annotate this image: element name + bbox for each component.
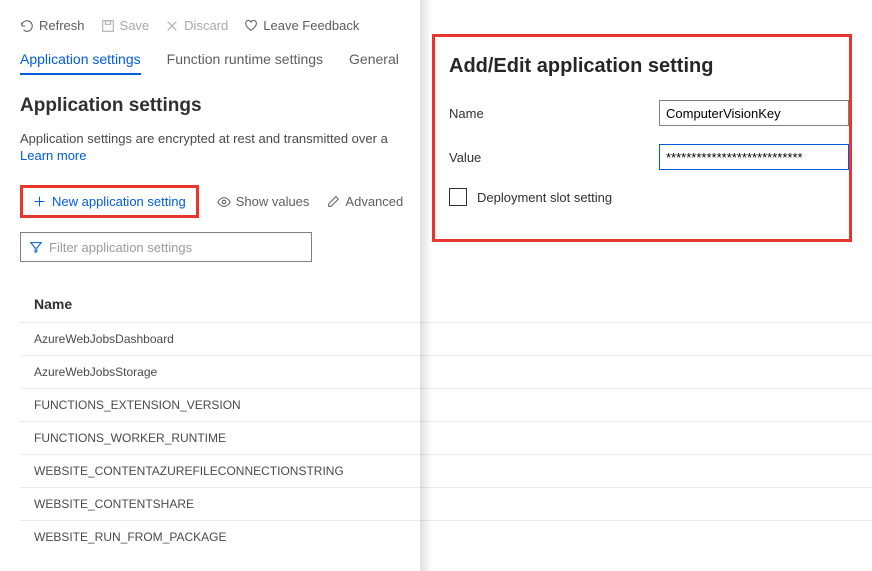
eye-icon <box>217 195 231 209</box>
value-label: Value <box>449 150 659 165</box>
name-label: Name <box>449 106 659 121</box>
save-label: Save <box>120 18 150 33</box>
panel-title: Add/Edit application setting <box>449 55 849 78</box>
tab-app-settings[interactable]: Application settings <box>20 51 141 75</box>
add-edit-panel: Add/Edit application setting Name Value … <box>432 34 852 242</box>
discard-label: Discard <box>184 18 228 33</box>
table-row[interactable]: WEBSITE_RUN_FROM_PACKAGE <box>20 520 872 553</box>
discard-button[interactable]: Discard <box>165 18 228 33</box>
tab-runtime[interactable]: Function runtime settings <box>167 51 323 75</box>
show-values-button[interactable]: Show values <box>217 194 310 209</box>
refresh-button[interactable]: Refresh <box>20 18 85 33</box>
feedback-label: Leave Feedback <box>263 18 359 33</box>
advanced-button[interactable]: Advanced <box>327 194 403 209</box>
discard-icon <box>165 19 179 33</box>
filter-icon <box>29 240 43 254</box>
filter-wrap[interactable] <box>20 232 312 262</box>
table-row[interactable]: FUNCTIONS_EXTENSION_VERSION <box>20 388 872 421</box>
slot-label: Deployment slot setting <box>477 190 612 205</box>
refresh-icon <box>20 19 34 33</box>
new-setting-label: New application setting <box>52 194 186 209</box>
show-values-label: Show values <box>236 194 310 209</box>
slot-checkbox[interactable] <box>449 188 467 206</box>
refresh-label: Refresh <box>39 18 85 33</box>
advanced-label: Advanced <box>345 194 403 209</box>
value-input[interactable] <box>659 144 849 170</box>
table-row[interactable]: AzureWebJobsDashboard <box>20 322 872 355</box>
filter-input[interactable] <box>49 240 303 255</box>
feedback-button[interactable]: Leave Feedback <box>244 18 359 33</box>
tab-general[interactable]: General <box>349 51 399 75</box>
heart-icon <box>244 19 258 33</box>
table-row[interactable]: FUNCTIONS_WORKER_RUNTIME <box>20 421 872 454</box>
save-icon <box>101 19 115 33</box>
plus-icon <box>33 195 46 208</box>
table-header-name: Name <box>20 290 872 322</box>
new-setting-button[interactable]: New application setting <box>20 185 199 218</box>
name-input[interactable] <box>659 100 849 126</box>
table-row[interactable]: WEBSITE_CONTENTAZUREFILECONNECTIONSTRING <box>20 454 872 487</box>
save-button[interactable]: Save <box>101 18 150 33</box>
pencil-icon <box>327 195 340 208</box>
table-row[interactable]: WEBSITE_CONTENTSHARE <box>20 487 872 520</box>
table-row[interactable]: AzureWebJobsStorage <box>20 355 872 388</box>
